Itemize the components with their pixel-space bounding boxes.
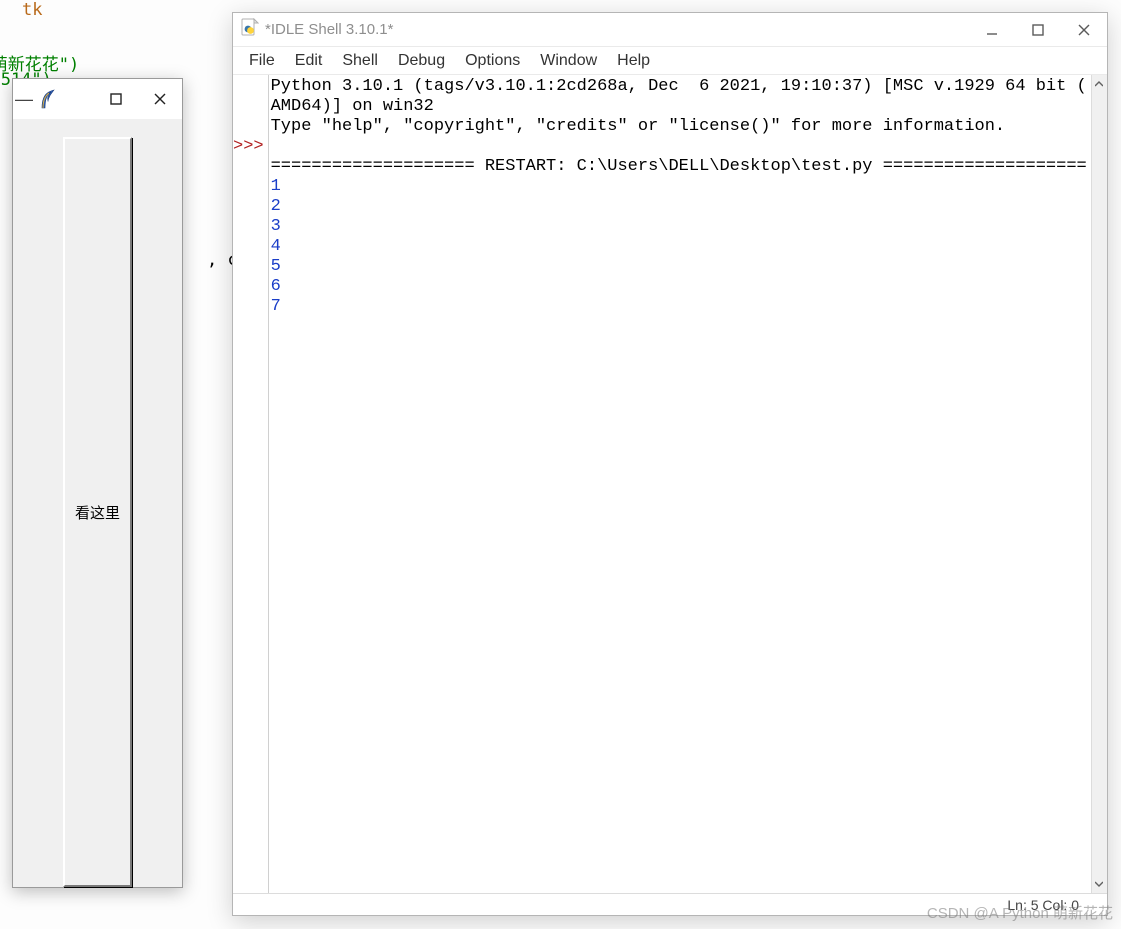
tkinter-app-window[interactable]: — 看这里 xyxy=(12,78,183,888)
tk-maximize-button[interactable] xyxy=(94,79,138,119)
idle-prompt-gutter: >>> xyxy=(233,75,269,893)
scroll-up-arrow[interactable] xyxy=(1092,75,1107,93)
idle-minimize-button[interactable] xyxy=(969,13,1015,46)
output-line: 7 xyxy=(271,297,281,316)
look-here-button[interactable]: 看这里 xyxy=(63,137,132,887)
idle-shell-window[interactable]: *IDLE Shell 3.10.1* File Edit Shell Debu… xyxy=(232,12,1108,916)
tk-body: 看这里 xyxy=(13,119,182,887)
tk-feather-icon xyxy=(35,88,57,110)
chevron-up-icon xyxy=(1095,81,1103,87)
cursor-position: Ln: 5 Col: 0 xyxy=(1007,897,1079,913)
bg-code-frag: hon萌新花花") xyxy=(0,50,79,75)
restart-line: ==================== RESTART: C:\Users\D… xyxy=(271,157,1087,176)
idle-scrollbar[interactable] xyxy=(1091,75,1107,893)
scroll-down-arrow[interactable] xyxy=(1092,875,1107,893)
idle-text-area[interactable]: Python 3.10.1 (tags/v3.10.1:2cd268a, Dec… xyxy=(269,75,1091,893)
idle-window-title: *IDLE Shell 3.10.1* xyxy=(259,21,393,38)
output-line: 1 xyxy=(271,177,281,196)
menu-help[interactable]: Help xyxy=(607,50,660,72)
idle-close-button[interactable] xyxy=(1061,13,1107,46)
menu-window[interactable]: Window xyxy=(530,50,607,72)
bg-code-frag: tk xyxy=(22,0,42,20)
close-icon xyxy=(154,93,166,105)
python-banner: Python 3.10.1 (tags/v3.10.1:2cd268a, Dec… xyxy=(271,77,1087,96)
tk-title-overflow: — xyxy=(13,89,35,110)
menu-shell[interactable]: Shell xyxy=(332,50,388,72)
idle-status-bar: Ln: 5 Col: 0 xyxy=(233,893,1107,915)
output-line: 5 xyxy=(271,257,281,276)
tk-titlebar[interactable]: — xyxy=(13,79,182,119)
idle-shell-body[interactable]: >>> Python 3.10.1 (tags/v3.10.1:2cd268a,… xyxy=(233,75,1107,893)
maximize-icon xyxy=(110,93,122,105)
minimize-icon xyxy=(986,24,998,36)
maximize-icon xyxy=(1032,24,1044,36)
menu-file[interactable]: File xyxy=(239,50,285,72)
output-line: 2 xyxy=(271,197,281,216)
python-banner: Type "help", "copyright", "credits" or "… xyxy=(271,117,1006,136)
close-icon xyxy=(1078,24,1090,36)
idle-menubar: File Edit Shell Debug Options Window Hel… xyxy=(233,47,1107,75)
idle-maximize-button[interactable] xyxy=(1015,13,1061,46)
menu-debug[interactable]: Debug xyxy=(388,50,455,72)
menu-edit[interactable]: Edit xyxy=(285,50,333,72)
shell-prompt: >>> xyxy=(233,137,268,157)
python-file-icon xyxy=(241,18,259,41)
tk-close-button[interactable] xyxy=(138,79,182,119)
output-line: 3 xyxy=(271,217,281,236)
python-banner: AMD64)] on win32 xyxy=(271,97,434,116)
menu-options[interactable]: Options xyxy=(455,50,530,72)
chevron-down-icon xyxy=(1095,881,1103,887)
output-line: 6 xyxy=(271,277,281,296)
idle-titlebar[interactable]: *IDLE Shell 3.10.1* xyxy=(233,13,1107,47)
output-line: 4 xyxy=(271,237,281,256)
